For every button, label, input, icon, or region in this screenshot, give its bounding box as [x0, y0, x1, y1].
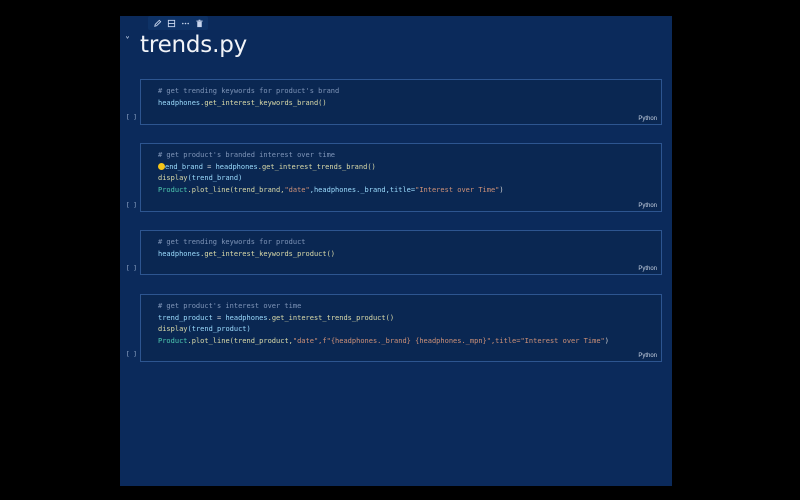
code-cell-3[interactable]: # get trending keywords for product head…	[140, 230, 662, 275]
notebook-screen: ˅ trends.py # get trending keywords for …	[120, 16, 672, 486]
code-object: Product	[158, 185, 188, 194]
more-icon[interactable]	[180, 18, 190, 28]
notebook-title: trends.py	[140, 32, 248, 58]
code-comment: # get product's interest over time	[158, 302, 302, 310]
code-fstring: ,f"{headphones._brand} {headphones._mpn}…	[318, 336, 521, 345]
code-args: (trend_brand)	[187, 174, 243, 182]
execution-count: [ ]	[126, 202, 137, 209]
execution-count: [ ]	[126, 114, 137, 121]
code-object: Product	[158, 336, 188, 345]
code-string: "date"	[284, 185, 310, 194]
lightbulb-icon[interactable]	[158, 162, 165, 170]
language-label[interactable]: Python	[638, 116, 657, 122]
code-object: headphones	[158, 249, 201, 258]
code-function: display	[158, 325, 188, 333]
code-call: .get_interest_keywords_brand()	[200, 98, 327, 107]
split-cell-icon[interactable]	[166, 18, 176, 28]
code-cell-2[interactable]: # get product's branded interest over ti…	[140, 143, 662, 212]
code-call: .get_interest_trends_brand()	[257, 162, 376, 171]
language-label[interactable]: Python	[638, 353, 657, 359]
code-args: ,headphones._brand,title=	[309, 185, 416, 194]
trash-icon[interactable]	[194, 18, 204, 28]
code-object: headphones	[225, 313, 268, 322]
code-call: .get_interest_keywords_product()	[200, 249, 336, 258]
cell-code[interactable]: # get trending keywords for product head…	[158, 237, 335, 260]
code-function: display	[158, 174, 188, 182]
language-label[interactable]: Python	[638, 266, 657, 272]
pencil-icon[interactable]	[152, 18, 162, 28]
code-paren: )	[499, 185, 504, 194]
code-call: .plot_line(trend_product,	[187, 336, 293, 345]
code-assign: =	[202, 162, 216, 171]
cell-code[interactable]: # get product's interest over time trend…	[158, 301, 609, 347]
execution-count: [ ]	[126, 265, 137, 272]
code-comment: # get product's branded interest over ti…	[158, 151, 336, 159]
code-object: headphones	[158, 98, 201, 107]
code-paren: )	[604, 336, 609, 345]
code-comment: # get trending keywords for product	[158, 238, 306, 246]
code-string: "Interest over Time"	[415, 185, 500, 194]
code-cell-4[interactable]: # get product's interest over time trend…	[140, 294, 662, 362]
code-string: "date"	[292, 336, 319, 345]
execution-count: [ ]	[126, 351, 137, 358]
code-cell-1[interactable]: # get trending keywords for product's br…	[140, 79, 662, 125]
code-comment: # get trending keywords for product's br…	[158, 87, 340, 95]
code-variable: trend_product	[158, 313, 213, 322]
code-string: "Interest over Time"	[520, 336, 605, 345]
code-call: .get_interest_trends_product()	[267, 313, 395, 322]
code-assign: =	[212, 313, 226, 322]
cell-code[interactable]: # get product's branded interest over ti…	[158, 150, 504, 196]
code-variable: end_brand	[165, 162, 203, 171]
code-args: (trend_product)	[187, 325, 251, 333]
code-call: .plot_line(trend_brand,	[187, 185, 285, 194]
code-object: headphones	[215, 162, 258, 171]
cell-toolbar	[148, 16, 208, 30]
language-label[interactable]: Python	[638, 203, 657, 209]
chevron-down-icon[interactable]: ˅	[125, 36, 130, 47]
cell-code[interactable]: # get trending keywords for product's br…	[158, 86, 339, 109]
